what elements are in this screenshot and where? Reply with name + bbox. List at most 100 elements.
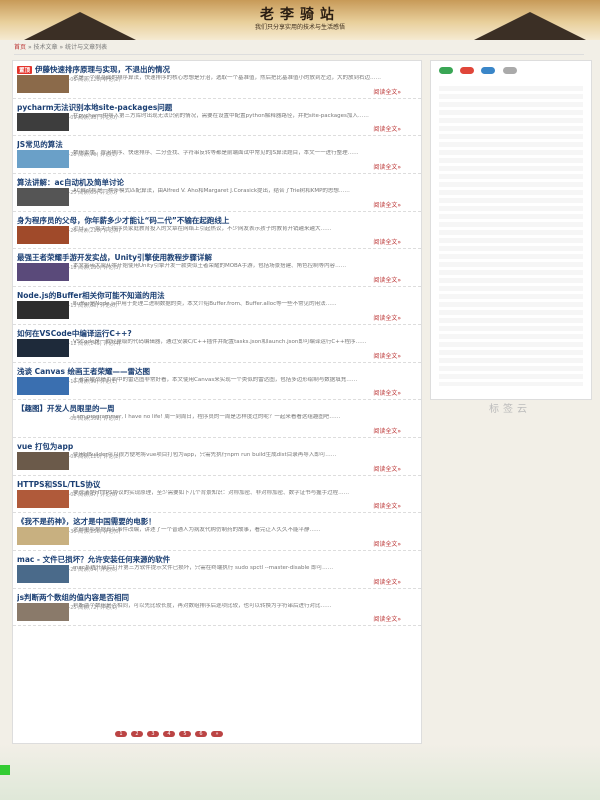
post-title-text[interactable]: 如何在VSCode中编译运行C++? [17, 329, 132, 338]
post-excerpt: 近日，一篇关于程序员家庭教育投入的文章在网络上引起热议，不少网友表示孩子的教育开… [73, 225, 332, 232]
post-title-text[interactable]: 《我不是药神》，这才是中国需要的电影！ [17, 517, 156, 526]
post-thumbnail[interactable] [17, 564, 69, 583]
post-excerpt: 本文将带大家从零开始使用Unity引擎开发一款类似王者荣耀的MOBA手游，包括场… [73, 263, 347, 270]
post-title-text[interactable]: 伊藤快速排序原理与实现，不退出的情况 [35, 65, 170, 74]
post-title[interactable]: 身为程序员的父母，你年薪多少才能让“码二代”不输在起跑线上 [17, 215, 417, 226]
post-title-text[interactable]: js判断两个数组的值内容是否相同 [17, 593, 129, 602]
post-thumbnail[interactable] [17, 188, 69, 207]
page-link[interactable]: 6 [195, 731, 207, 737]
breadcrumb-home[interactable]: 首页 [14, 44, 26, 51]
page-link[interactable]: 1 [115, 731, 127, 737]
post-title[interactable]: js判断两个数组的值内容是否相同 [17, 592, 417, 603]
post-title[interactable]: vue 打包为app [17, 441, 417, 452]
breadcrumb-sep: » [59, 44, 64, 51]
post-thumbnail[interactable] [17, 150, 69, 169]
read-more-link[interactable]: 阅读全文» [373, 275, 401, 284]
read-more-link[interactable]: 阅读全文» [373, 501, 401, 510]
read-more-link[interactable]: 阅读全文» [373, 614, 401, 623]
post-title[interactable]: 算法讲解：ac自动机及简单讨论 [17, 177, 417, 188]
post-excerpt: 要说清楚HTTPS协议的实现原理，至少需要如下几个背景知识：对称加密、非对称加密… [73, 489, 350, 496]
read-more-link[interactable]: 阅读全文» [373, 313, 401, 322]
page-link[interactable]: 2 [131, 731, 143, 737]
post-title-text[interactable]: Node.js的Buffer相关你可能不知道的用法 [17, 291, 165, 300]
post-title-text[interactable]: pycharm无法识别本地site-packages问题 [17, 103, 172, 112]
post-title-text[interactable]: vue 打包为app [17, 442, 73, 451]
post-title-text[interactable]: 浅谈 Canvas 绘画王者荣耀——雷达图 [17, 367, 150, 376]
weibo-icon[interactable] [460, 67, 475, 74]
read-more-link[interactable]: 阅读全文» [373, 237, 401, 246]
post-title-text[interactable]: 算法讲解：ac自动机及简单讨论 [17, 178, 124, 187]
post-excerpt: 王者荣耀战绩页面中的雷达图非常好看，本文使用Canvas来实现一个类似的雷达图，… [73, 376, 358, 383]
post-title-text[interactable]: JS常见的算法 [17, 140, 63, 149]
post-title-text[interactable]: 【趣图】开发人员眼里的一周 [17, 404, 115, 413]
post-item: 身为程序员的父母，你年薪多少才能让“码二代”不输在起跑线上作者: admin 2… [13, 212, 421, 250]
breadcrumb-category[interactable]: 技术文章 [34, 44, 58, 51]
post-thumbnail[interactable] [17, 451, 69, 470]
read-more-link[interactable]: 阅读全文» [373, 539, 401, 548]
read-more-link[interactable]: 阅读全文» [373, 426, 401, 435]
post-title-text[interactable]: HTTPS和SSL/TLS协议 [17, 480, 100, 489]
post-title[interactable]: mac - 文件已损坏？允许安装任何来源的软件 [17, 554, 417, 565]
post-excerpt: I am programmer, I have no life! 周一到周日，程… [73, 414, 341, 421]
read-more-link[interactable]: 阅读全文» [373, 388, 401, 397]
page-link[interactable]: » [211, 731, 223, 737]
post-item: 置顶伊藤快速排序原理与实现，不退出的情况作者: admin 2018-07-01… [13, 61, 421, 99]
post-item: 【趣图】开发人员眼里的一周作者: admin 2018-06-08 阅读(302… [13, 400, 421, 438]
site-title[interactable]: 老李骑站 [0, 4, 600, 24]
post-thumbnail[interactable] [17, 414, 69, 433]
read-more-link[interactable]: 阅读全文» [373, 577, 401, 586]
post-thumbnail[interactable] [17, 527, 69, 546]
post-item: 《我不是药神》，这才是中国需要的电影！作者: admin 2018-05-30 … [13, 513, 421, 551]
share-icon[interactable] [502, 67, 517, 74]
site-subtitle: 我们只分享实用的技术与生活感悟 [254, 24, 345, 31]
post-excerpt: AC自动机是一种多模式匹配算法，由Alfred V. Aho和Margaret … [73, 188, 350, 195]
post-thumbnail[interactable] [17, 112, 69, 131]
post-thumbnail[interactable] [17, 75, 69, 93]
qq-icon[interactable] [481, 67, 496, 74]
post-excerpt: 在pycharm中导入第三方库时出现无法识别的情况，需要在设置中配置python… [73, 112, 369, 119]
read-more-link[interactable]: 阅读全文» [373, 351, 401, 360]
footer [0, 744, 600, 800]
post-title[interactable]: pycharm无法识别本地site-packages问题 [17, 102, 417, 113]
post-excerpt: 数组去重、冒泡排序、快速排序、二分查找、字符串反转等都是前端面试中常见的JS算法… [73, 150, 359, 157]
pagination: 1 2 3 4 5 6 » [113, 729, 225, 737]
read-more-link[interactable]: 阅读全文» [373, 87, 401, 96]
post-title[interactable]: 置顶 伊藤快速排序原理与实现，不退出的情况 [17, 64, 417, 75]
post-title[interactable]: 《我不是药神》，这才是中国需要的电影！ [17, 516, 417, 527]
read-more-link[interactable]: 阅读全文» [373, 464, 401, 473]
post-item: Node.js的Buffer相关你可能不知道的用法作者: admin 2018-… [13, 287, 421, 325]
post-thumbnail[interactable] [17, 338, 69, 357]
sidebar [430, 60, 592, 400]
post-item: mac - 文件已损坏？允许安装任何来源的软件作者: admin 2018-05… [13, 551, 421, 589]
post-thumbnail[interactable] [17, 301, 69, 320]
post-excerpt: 这部电影根据真实事件改编，讲述了一个普通人为病友代购仿制药的故事，看完让人久久不… [73, 527, 321, 534]
post-title[interactable]: 如何在VSCode中编译运行C++? [17, 328, 417, 339]
post-excerpt: mac系统升级后打开第三方软件提示文件已损坏，只需在终端执行 sudo spct… [73, 564, 334, 571]
post-item: JS常见的算法作者: admin 2018-06-28 阅读(76) 评论(1)… [13, 136, 421, 175]
wechat-icon[interactable] [439, 67, 453, 74]
read-more-link[interactable]: 阅读全文» [373, 124, 401, 133]
share-icons [431, 61, 591, 82]
post-thumbnail[interactable] [17, 263, 69, 282]
post-thumbnail[interactable] [17, 376, 69, 395]
post-thumbnail[interactable] [17, 225, 69, 244]
post-thumbnail[interactable] [17, 489, 69, 508]
post-title[interactable]: 【趣图】开发人员眼里的一周 [17, 403, 417, 414]
post-item: 最强王者荣耀手游开发实战，Unity引擎使用教程步骤详解作者: admin 20… [13, 249, 421, 288]
post-title[interactable]: Node.js的Buffer相关你可能不知道的用法 [17, 290, 417, 301]
post-title-text[interactable]: 身为程序员的父母，你年薪多少才能让“码二代”不输在起跑线上 [17, 216, 229, 225]
post-title-text[interactable]: 最强王者荣耀手游开发实战，Unity引擎使用教程步骤详解 [17, 253, 212, 262]
page-link[interactable]: 3 [147, 731, 159, 737]
page-link[interactable]: 5 [179, 731, 191, 737]
post-thumbnail[interactable] [17, 602, 69, 621]
post-title[interactable]: HTTPS和SSL/TLS协议 [17, 479, 417, 490]
read-more-link[interactable]: 阅读全文» [373, 162, 401, 171]
post-title-text[interactable]: mac - 文件已损坏？允许安装任何来源的软件 [17, 555, 170, 564]
post-excerpt: Buffer是Node.js中用于处理二进制数据的类，本文介绍Buffer.fr… [73, 301, 337, 308]
post-title[interactable]: JS常见的算法 [17, 139, 417, 150]
read-more-link[interactable]: 阅读全文» [373, 200, 401, 209]
post-title[interactable]: 浅谈 Canvas 绘画王者荣耀——雷达图 [17, 366, 417, 377]
page-link[interactable]: 4 [163, 731, 175, 737]
float-button[interactable] [0, 765, 10, 775]
post-title[interactable]: 最强王者荣耀手游开发实战，Unity引擎使用教程步骤详解 [17, 252, 417, 263]
